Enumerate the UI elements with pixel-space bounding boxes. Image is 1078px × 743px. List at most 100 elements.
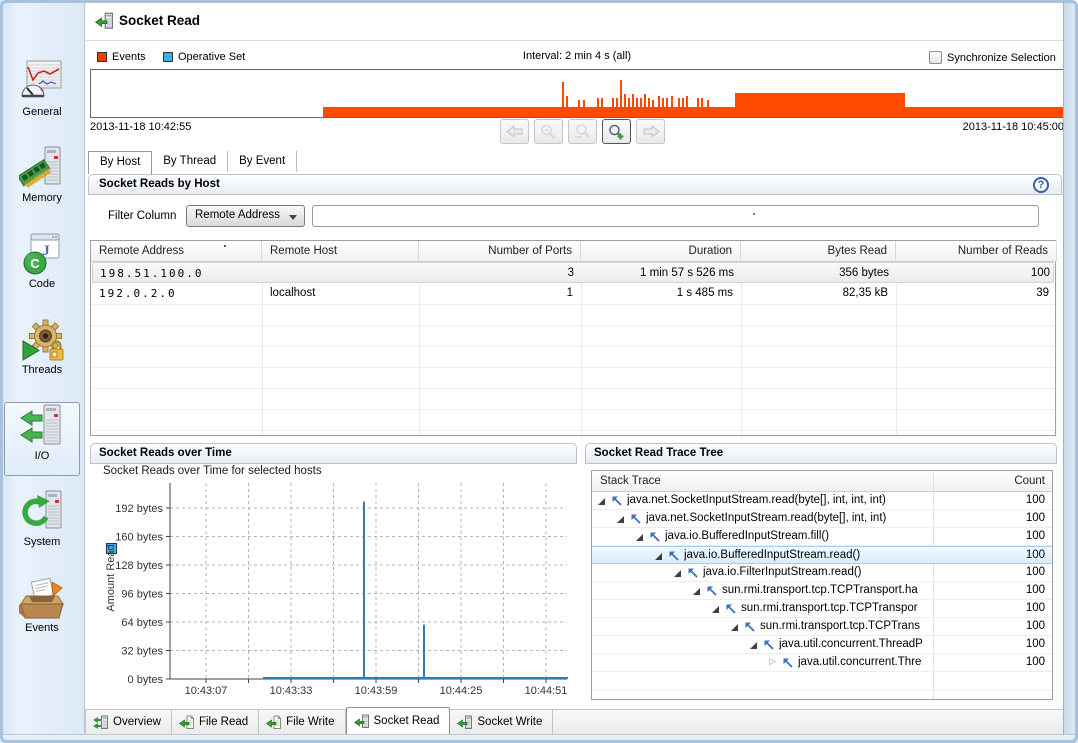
stack-frame-text: java.net.SocketInputStream.read(byte[], … (646, 512, 886, 524)
timeline-start-time: 2013-11-18 10:42:55 (90, 121, 191, 133)
column-header-number-of-ports[interactable]: Number of Ports (419, 241, 581, 262)
trace-tree-row[interactable]: java.io.BufferedInputStream.read()100 (592, 546, 1052, 564)
bottom-tab-file-read[interactable]: File Read (172, 710, 259, 734)
tree-expanded-icon[interactable] (693, 588, 700, 595)
count-value: 100 (933, 566, 1045, 578)
tree-expanded-icon[interactable] (712, 606, 719, 613)
trace-tree-table: Stack Trace Count java.net.SocketInputSt… (591, 470, 1053, 700)
trace-tree-row[interactable]: sun.rmi.transport.tcp.TCPTrans100 (592, 618, 1052, 636)
tree-expanded-icon[interactable] (674, 570, 681, 577)
file-write-icon (266, 715, 281, 730)
events-legend-swatch (97, 52, 107, 62)
memory-icon (19, 145, 65, 191)
table-cell: 1 (419, 283, 581, 304)
table-row-line (91, 409, 1055, 410)
socket-read-icon (95, 12, 113, 30)
trace-tree-section-header: Socket Read Trace Tree (585, 443, 1057, 464)
count-value: 100 (933, 512, 1045, 524)
trace-tree-row[interactable]: ▷java.util.concurrent.Thre100 (592, 654, 1052, 672)
stack-frame-text: java.io.BufferedInputStream.fill() (665, 530, 829, 542)
stack-frame-icon (611, 495, 623, 507)
tree-expanded-icon[interactable] (598, 498, 605, 505)
tree-expanded-icon[interactable] (617, 516, 624, 523)
sidebar-item-label: System (24, 536, 61, 548)
help-icon[interactable]: ? (1033, 177, 1049, 193)
tree-collapsed-icon[interactable]: ▷ (769, 656, 776, 667)
count-value: 100 (933, 584, 1045, 596)
filter-text-input[interactable] (312, 205, 1039, 227)
column-header-remote-address[interactable]: Remote Address (91, 241, 262, 262)
bottom-tab-label: File Read (199, 716, 248, 728)
code-icon: JC (19, 231, 65, 277)
trace-tree-title: Socket Read Trace Tree (594, 447, 723, 459)
bottom-tab-socket-read[interactable]: Socket Read (346, 707, 451, 734)
trace-tree-row[interactable]: java.net.SocketInputStream.read(byte[], … (592, 492, 1052, 510)
trace-tree-row[interactable]: java.util.concurrent.ThreadP100 (592, 636, 1052, 654)
svg-text:160 bytes: 160 bytes (115, 532, 163, 544)
system-icon (19, 489, 65, 535)
zoom-out-button[interactable] (534, 119, 563, 144)
chevron-down-icon (289, 215, 297, 220)
table-cell: 198.51.100.0 (92, 263, 263, 284)
svg-text:10:43:07: 10:43:07 (185, 685, 228, 697)
column-header-duration[interactable]: Duration (581, 241, 741, 262)
view-tabs: By HostBy ThreadBy Event (88, 151, 297, 173)
column-header-number-of-reads[interactable]: Number of Reads (896, 241, 1057, 262)
sidebar-item-general[interactable]: General (4, 58, 80, 132)
sidebar-item-i-o[interactable]: I/O (4, 402, 80, 476)
trace-tree-row[interactable]: java.net.SocketInputStream.read(byte[], … (592, 510, 1052, 528)
back-button[interactable] (500, 119, 529, 144)
window-frame-right (1063, 3, 1076, 734)
tab-by-event[interactable]: By Event (228, 151, 297, 172)
count-column-header[interactable]: Count (933, 471, 1053, 492)
bottom-tab-file-write[interactable]: File Write (259, 710, 345, 734)
bottom-tab-overview[interactable]: Overview (85, 710, 172, 734)
stack-trace-column-header[interactable]: Stack Trace (592, 471, 933, 492)
stack-frame-text: java.io.BufferedInputStream.read() (684, 549, 860, 561)
filter-column-dropdown[interactable]: Remote Address (186, 205, 305, 227)
trace-tree-row[interactable]: java.io.FilterInputStream.read()100 (592, 564, 1052, 582)
timeline-nav-toolbar (500, 119, 665, 144)
tree-expanded-icon[interactable] (636, 534, 643, 541)
time-chart-title: Socket Reads over Time (99, 447, 232, 459)
tree-expanded-icon[interactable] (655, 553, 662, 560)
sidebar-item-memory[interactable]: Memory (4, 144, 80, 218)
sidebar: General Memory JCCode Threads I/O System Event… (0, 0, 85, 734)
sidebar-item-label: General (22, 106, 61, 118)
stack-frame-icon (706, 585, 718, 597)
stack-frame-icon (725, 603, 737, 615)
trace-tree-row[interactable]: sun.rmi.transport.tcp.TCPTransport.ha100 (592, 582, 1052, 600)
trace-tree-row[interactable]: sun.rmi.transport.tcp.TCPTranspor100 (592, 600, 1052, 618)
column-header-bytes-read[interactable]: Bytes Read (741, 241, 896, 262)
bottom-tab-socket-write[interactable]: Socket Write (450, 710, 553, 734)
table-cell: 1 s 485 ms (581, 283, 741, 304)
events-legend-label: Events (112, 51, 146, 63)
forward-button[interactable] (636, 119, 665, 144)
zoom-range-button[interactable] (568, 119, 597, 144)
tree-expanded-icon[interactable] (731, 624, 738, 631)
sidebar-item-code[interactable]: JCCode (4, 230, 80, 304)
table-row[interactable]: 192.0.2.0localhost11 s 485 ms82,35 kB39 (92, 283, 1054, 304)
bottom-tab-label: Socket Read (374, 715, 440, 727)
table-cell: 100 (897, 263, 1058, 284)
table-row[interactable]: 198.51.100.031 min 57 s 526 ms356 bytes1… (92, 262, 1054, 283)
stack-frame-text: java.net.SocketInputStream.read(byte[], … (627, 494, 886, 506)
timeline-chart[interactable] (90, 69, 1064, 118)
trace-tree-row[interactable]: java.io.BufferedInputStream.fill()100 (592, 528, 1052, 546)
column-header-remote-host[interactable]: Remote Host (262, 241, 419, 262)
svg-text:10:44:51: 10:44:51 (525, 685, 568, 697)
svg-text:C: C (30, 256, 40, 271)
sidebar-item-system[interactable]: System (4, 488, 80, 562)
socket-reads-over-time-chart: 192 bytes160 bytes128 bytes96 bytes64 by… (90, 475, 577, 703)
sidebar-item-label: Threads (22, 364, 62, 376)
svg-text:64 bytes: 64 bytes (121, 617, 163, 629)
zoom-in-button[interactable] (602, 119, 631, 144)
sidebar-item-threads[interactable]: Threads (4, 316, 80, 390)
synchronize-selection-label[interactable]: Synchronize Selection (947, 52, 1056, 64)
tab-by-host[interactable]: By Host (88, 151, 152, 174)
tree-expanded-icon[interactable] (750, 642, 757, 649)
sidebar-item-events[interactable]: Events (4, 574, 80, 648)
svg-text:10:43:33: 10:43:33 (270, 685, 313, 697)
tab-by-thread[interactable]: By Thread (152, 151, 228, 172)
synchronize-selection-checkbox[interactable] (929, 51, 942, 64)
